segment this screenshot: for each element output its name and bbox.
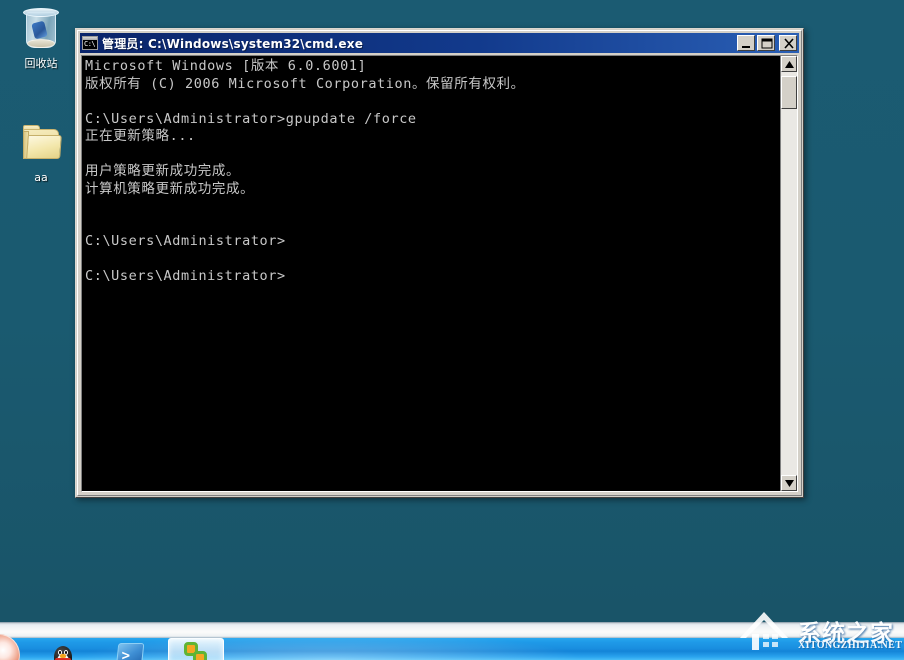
window-frame: C:\ 管理员: C:\Windows\system32\cmd.exe Mic… [77, 30, 802, 496]
console-output[interactable]: Microsoft Windows [版本 6.0.6001] 版权所有 (C)… [82, 56, 780, 491]
desktop-icon-recycle-bin[interactable]: 回收站 [6, 6, 76, 70]
console-line: 用户策略更新成功完成。 [85, 163, 241, 179]
taskbar-item-qq[interactable] [38, 640, 88, 660]
console-line: Microsoft Windows [版本 6.0.6001] [85, 58, 367, 74]
screen: 回收站 aa C:\ 管理员: C:\Windows\system32\cmd.… [0, 0, 904, 660]
minimize-button[interactable] [737, 35, 755, 51]
console-line: 计算机策略更新成功完成。 [85, 180, 255, 197]
scrollbar-track[interactable] [781, 72, 797, 475]
scroll-down-arrow-icon[interactable] [781, 475, 797, 491]
console-line: 版权所有 (C) 2006 Microsoft Corporation。保留所有… [85, 75, 525, 92]
console-line: C:\Users\Administrator>gpupdate /force [85, 110, 417, 127]
taskbar-item-powershell[interactable]: >_ [105, 640, 155, 660]
taskbar-item-cmd[interactable] [168, 638, 224, 660]
desktop-icon-label: 回收站 [24, 57, 58, 70]
puzzle-piece-icon [184, 642, 208, 660]
cmd-window[interactable]: C:\ 管理员: C:\Windows\system32\cmd.exe Mic… [75, 28, 804, 498]
vertical-scrollbar[interactable] [780, 56, 797, 491]
scroll-up-arrow-icon[interactable] [781, 56, 797, 72]
cmd-window-title: 管理员: C:\Windows\system32\cmd.exe [102, 36, 364, 51]
maximize-button[interactable] [757, 35, 775, 51]
scrollbar-thumb[interactable] [781, 76, 797, 109]
window-controls [737, 35, 797, 51]
cmd-icon: C:\ [82, 36, 98, 50]
desktop-icon-folder-aa[interactable]: aa [6, 120, 76, 184]
cmd-window-titlebar[interactable]: C:\ 管理员: C:\Windows\system32\cmd.exe [80, 33, 799, 53]
console-line: 正在更新策略... [85, 128, 196, 144]
qq-penguin-icon [51, 643, 75, 660]
folder-icon [17, 120, 65, 168]
close-button[interactable] [779, 35, 797, 51]
recycle-bin-icon [17, 6, 65, 54]
desktop-icon-label: aa [34, 171, 48, 184]
cmd-client-area: Microsoft Windows [版本 6.0.6001] 版权所有 (C)… [81, 55, 798, 492]
taskbar-top-strip [0, 622, 904, 638]
console-line: C:\Users\Administrator> [85, 268, 286, 284]
console-line: C:\Users\Administrator> [85, 233, 286, 249]
taskbar[interactable]: >_ [0, 622, 904, 660]
powershell-icon: >_ [115, 643, 145, 660]
